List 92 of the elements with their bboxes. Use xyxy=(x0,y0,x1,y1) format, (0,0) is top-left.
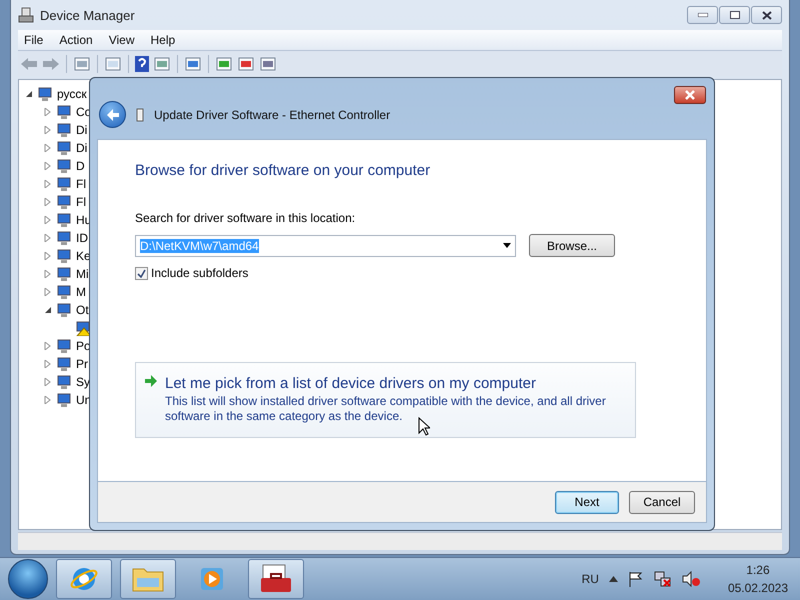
location-label: Search for driver software in this location: xyxy=(135,211,356,225)
caret-up-icon[interactable] xyxy=(608,576,618,582)
start-button[interactable] xyxy=(8,559,48,599)
expand-arrow-icon[interactable] xyxy=(44,180,52,188)
expand-arrow-icon[interactable] xyxy=(44,198,52,206)
device-icon xyxy=(55,266,73,282)
command-link[interactable]: Let me pick from a list of device drivers on my computer This list will show installed driver software compatible with the device, and all driver software in the same category as the device. xyxy=(135,362,636,438)
tree-item[interactable]: русск xyxy=(57,87,87,101)
device-icon xyxy=(55,194,73,210)
cancel-button[interactable]: Cancel xyxy=(629,490,695,514)
muted-speaker-icon[interactable] xyxy=(682,571,700,587)
next-button[interactable]: Next xyxy=(555,490,619,514)
expand-arrow-icon[interactable] xyxy=(44,342,52,350)
tree-item[interactable]: Fl xyxy=(76,195,86,209)
device-icon xyxy=(55,230,73,246)
menu-item[interactable]: File xyxy=(18,33,50,47)
tree-item[interactable]: Sy xyxy=(76,375,90,389)
tree-item[interactable]: D xyxy=(76,159,85,173)
clock-date[interactable]: 05.02.2023 xyxy=(728,581,788,595)
clock-time[interactable]: 1:26 xyxy=(746,563,770,577)
command-link-title: Let me pick from a list of device drivers on my computer xyxy=(165,375,537,392)
window-title: Device Manager xyxy=(40,8,136,22)
taskbar-button[interactable] xyxy=(248,559,304,599)
expand-arrow-icon[interactable] xyxy=(44,252,52,260)
tree-item[interactable]: Di xyxy=(76,123,88,137)
device-icon xyxy=(55,158,73,174)
tree-item[interactable]: Fl xyxy=(76,177,86,191)
device-icon xyxy=(55,176,73,192)
expand-arrow-icon[interactable] xyxy=(44,126,52,134)
device-icon xyxy=(55,392,73,408)
toolbox-icon xyxy=(259,564,293,594)
expand-arrow-icon[interactable] xyxy=(44,360,52,368)
language-indicator[interactable]: RU xyxy=(582,572,599,586)
device-icon xyxy=(55,302,73,318)
browse-button[interactable]: Browse... xyxy=(529,234,615,257)
close-button[interactable] xyxy=(674,86,706,104)
device-icon xyxy=(55,212,73,228)
command-link-description: This list will show installed driver software compatible with the device, and all driver software in the same category as the device. xyxy=(165,394,607,424)
menu-item[interactable]: Action xyxy=(53,33,99,47)
tree-item[interactable]: ID xyxy=(76,231,88,245)
tree-item[interactable]: M xyxy=(76,285,86,299)
device-icon xyxy=(55,104,73,120)
network-error-icon[interactable] xyxy=(654,571,672,587)
device-icon xyxy=(55,284,73,300)
arrow-icon xyxy=(144,375,158,387)
device-icon xyxy=(55,122,73,138)
dropdown-arrow-icon[interactable] xyxy=(503,243,511,248)
media-player-icon xyxy=(199,566,225,592)
back-button[interactable] xyxy=(99,101,126,128)
checkbox[interactable] xyxy=(135,266,148,280)
checkmark-icon xyxy=(137,268,146,278)
device-icon xyxy=(55,374,73,390)
menu-item[interactable]: Help xyxy=(144,33,182,47)
device-icon xyxy=(55,248,73,264)
computer-icon xyxy=(18,7,34,23)
collapse-arrow-icon[interactable] xyxy=(25,90,33,98)
device-icon xyxy=(55,356,73,372)
expand-arrow-icon[interactable] xyxy=(44,144,52,152)
collapse-arrow-icon[interactable] xyxy=(44,306,52,314)
back-arrow-icon xyxy=(106,108,120,120)
minimize-button[interactable] xyxy=(687,6,718,24)
checkbox-label[interactable]: Include subfolders xyxy=(151,266,248,280)
help-icon[interactable] xyxy=(135,56,149,72)
minimize-icon xyxy=(698,13,708,17)
maximize-icon xyxy=(730,11,740,19)
tree-item[interactable]: Mi xyxy=(76,267,89,281)
maximize-button[interactable] xyxy=(719,6,750,24)
flag-icon[interactable] xyxy=(628,571,644,587)
expand-arrow-icon[interactable] xyxy=(44,216,52,224)
network-adapter-icon xyxy=(136,108,144,122)
tree-item[interactable]: Ot xyxy=(76,303,89,317)
expand-arrow-icon[interactable] xyxy=(44,234,52,242)
expand-arrow-icon[interactable] xyxy=(44,288,52,296)
menu-item[interactable]: View xyxy=(102,33,140,47)
expand-arrow-icon[interactable] xyxy=(44,270,52,278)
expand-arrow-icon[interactable] xyxy=(44,396,52,404)
dialog-title: Update Driver Software - Ethernet Controller xyxy=(154,108,390,122)
device-icon xyxy=(55,338,73,354)
tree-item[interactable]: Pr xyxy=(76,357,88,371)
expand-arrow-icon[interactable] xyxy=(44,378,52,386)
device-icon xyxy=(55,140,73,156)
expand-arrow-icon[interactable] xyxy=(44,108,52,116)
dialog-heading: Browse for driver software on your computer xyxy=(135,162,432,179)
close-icon xyxy=(684,90,696,100)
tree-item[interactable]: Di xyxy=(76,141,88,155)
close-button[interactable] xyxy=(751,6,782,24)
close-icon xyxy=(762,10,772,20)
mouse-pointer-icon xyxy=(418,417,430,436)
back-arrow-icon[interactable] xyxy=(20,56,38,70)
expand-arrow-icon[interactable] xyxy=(44,162,52,170)
device-icon xyxy=(36,86,54,102)
forward-arrow-icon[interactable] xyxy=(42,56,60,70)
